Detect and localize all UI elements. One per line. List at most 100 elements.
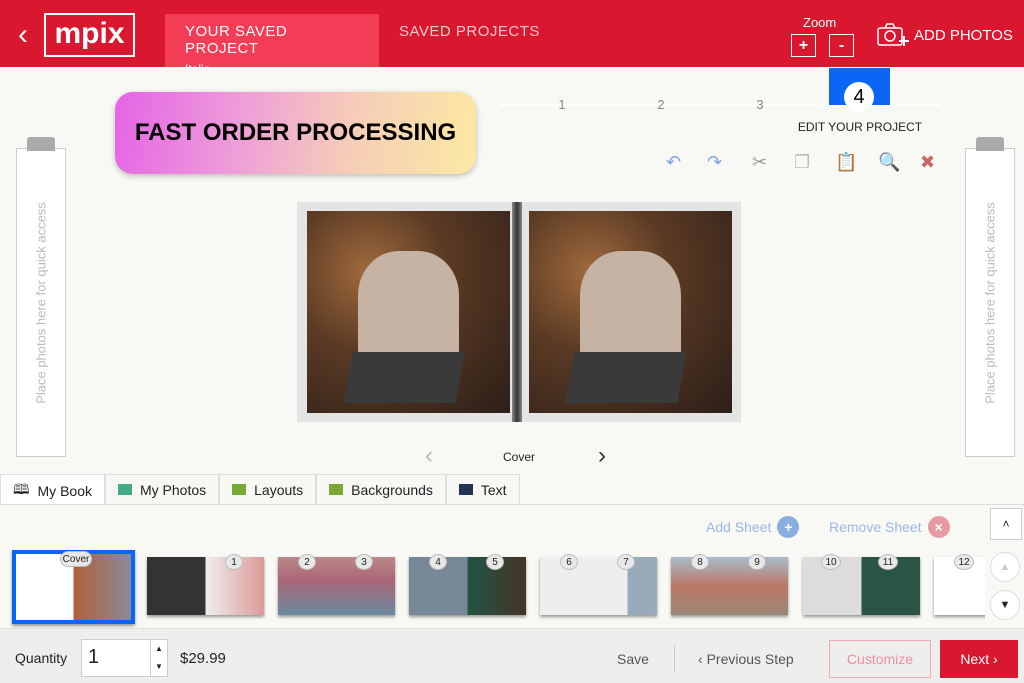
zoom-magnifier-icon[interactable]: 🔍	[878, 152, 900, 173]
layouts-icon	[232, 484, 247, 495]
tab-saved-projects[interactable]: SAVED PROJECTS	[399, 23, 540, 40]
logo[interactable]: mpix	[44, 13, 135, 57]
header: ‹ mpix YOUR SAVED PROJECT Italia SAVED P…	[0, 0, 1024, 76]
cover-photo-right[interactable]	[529, 211, 732, 413]
zoom-in-button[interactable]: +	[791, 34, 816, 57]
promo-banner: FAST ORDER PROCESSING	[115, 92, 476, 174]
tab-my-book[interactable]: 🕮 My Book	[0, 474, 105, 506]
quick-access-hint: Place photos here for quick access	[33, 201, 49, 404]
panel-tabs: 🕮 My Book My Photos Layouts Backgrounds T…	[0, 474, 520, 506]
text-icon	[458, 484, 473, 495]
step-1[interactable]: 1	[554, 97, 570, 112]
thumbnail-page[interactable]: 12	[934, 554, 985, 615]
thumbnail-spread[interactable]: 23	[278, 554, 395, 615]
tab-text[interactable]: Text	[445, 474, 520, 504]
thumbnail-spread[interactable]: 67	[540, 554, 657, 615]
add-sheet-label: Add Sheet	[706, 519, 772, 535]
thumbnail-spread[interactable]: 10 11	[803, 554, 920, 615]
chevron-right-icon: ›	[989, 651, 998, 667]
thumb-number: 3	[355, 554, 373, 570]
quantity-stepper[interactable]: ▲ ▼	[150, 639, 168, 677]
quantity-label: Quantity	[15, 650, 68, 666]
remove-sheet-label: Remove Sheet	[829, 519, 922, 535]
tab-label: My Book	[37, 482, 92, 499]
thumb-number: 8	[691, 554, 709, 570]
collapse-panel-button[interactable]: ˄	[990, 508, 1022, 540]
tab-layouts[interactable]: Layouts	[219, 474, 317, 504]
quantity-input[interactable]: 1	[81, 639, 151, 677]
book-spine	[512, 202, 522, 422]
save-button[interactable]: Save	[617, 651, 649, 667]
thumb-number: 4	[429, 554, 447, 570]
tab-label: Backgrounds	[351, 481, 433, 498]
thumb-number: 7	[617, 554, 635, 570]
next-page-icon[interactable]: ›	[598, 442, 606, 470]
quick-access-right[interactable]: Place photos here for quick access	[965, 137, 1015, 457]
next-button[interactable]: Next ›	[940, 640, 1018, 678]
undo-icon[interactable]: ↶	[666, 152, 681, 173]
tray-icon	[976, 137, 1004, 151]
thumbnail-page[interactable]: 1	[147, 554, 264, 615]
add-photos-label: ADD PHOTOS	[914, 26, 1013, 44]
step-3[interactable]: 3	[752, 97, 768, 112]
thumbnail-spread[interactable]: 45	[409, 554, 526, 615]
tab-label: Text	[480, 481, 507, 498]
plus-icon: +	[777, 516, 800, 538]
back-chevron-icon[interactable]: ‹	[18, 18, 28, 52]
chevron-left-icon: ‹	[698, 651, 707, 667]
thumb-number: 6	[560, 554, 578, 570]
thumb-number: 5	[486, 554, 504, 570]
price: $29.99	[180, 650, 226, 667]
add-photos-button[interactable]: ADD PHOTOS	[876, 22, 1013, 48]
thumb-number: 9	[748, 554, 766, 570]
tab-title: YOUR SAVED PROJECT	[185, 23, 288, 57]
previous-step-button[interactable]: ‹ Previous Step	[698, 651, 794, 667]
next-label: Next	[960, 651, 990, 667]
book-spread	[297, 202, 741, 422]
tray-icon	[27, 137, 55, 151]
thumb-number: 1	[225, 554, 243, 570]
redo-icon[interactable]: ↷	[707, 152, 722, 173]
copy-icon[interactable]: ❐	[794, 152, 810, 173]
step-4-number: 4	[844, 82, 874, 112]
zoom-label: Zoom	[803, 15, 837, 30]
thumbnail-strip: Cover 1 23 45 67 89 10 11 12	[0, 542, 985, 628]
thumb-number: Cover	[60, 551, 92, 567]
current-step-label: EDIT YOUR PROJECT	[797, 120, 923, 134]
camera-plus-icon	[877, 23, 909, 46]
thumbnail-spread[interactable]: 89	[671, 554, 788, 615]
zoom-out-button[interactable]: -	[829, 34, 854, 57]
step-4-active[interactable]: 4	[829, 68, 890, 112]
thumb-number: 12	[954, 554, 974, 570]
customize-button[interactable]: Customize	[829, 640, 931, 678]
quick-access-left[interactable]: Place photos here for quick access	[16, 137, 66, 457]
thumb-number: 10	[821, 554, 841, 570]
thumbnail-cover[interactable]: Cover	[12, 550, 135, 624]
add-sheet-button[interactable]: Add Sheet +	[706, 516, 800, 538]
previous-step-label: Previous Step	[706, 651, 794, 667]
cover-photo-left[interactable]	[307, 211, 510, 413]
tab-my-photos[interactable]: My Photos	[104, 474, 220, 504]
quick-access-hint: Place photos here for quick access	[982, 201, 998, 404]
tab-label: My Photos	[139, 481, 207, 498]
remove-icon: ×	[927, 516, 950, 538]
scroll-down-button[interactable]: ▼	[990, 590, 1020, 620]
scroll-up-button[interactable]: ▲	[990, 552, 1020, 582]
tab-label: Layouts	[254, 481, 304, 498]
photo-icon	[117, 484, 132, 495]
book-icon: 🕮	[13, 480, 30, 497]
remove-zoom-icon[interactable]: ✖	[920, 152, 935, 173]
page-label: Cover	[503, 450, 536, 464]
thumb-number: 11	[878, 554, 898, 570]
prev-page-icon[interactable]: ‹	[425, 442, 433, 470]
step-2[interactable]: 2	[653, 97, 669, 112]
cut-icon[interactable]: ✂	[752, 152, 767, 173]
project-name: Italia	[185, 62, 211, 76]
thumb-number: 2	[298, 554, 316, 570]
remove-sheet-button[interactable]: Remove Sheet ×	[829, 516, 950, 538]
tab-backgrounds[interactable]: Backgrounds	[316, 474, 446, 504]
divider	[674, 645, 675, 673]
backgrounds-icon	[329, 484, 344, 495]
paste-icon[interactable]: 📋	[835, 152, 857, 173]
tab-your-saved-project[interactable]: YOUR SAVED PROJECT Italia	[165, 14, 379, 76]
